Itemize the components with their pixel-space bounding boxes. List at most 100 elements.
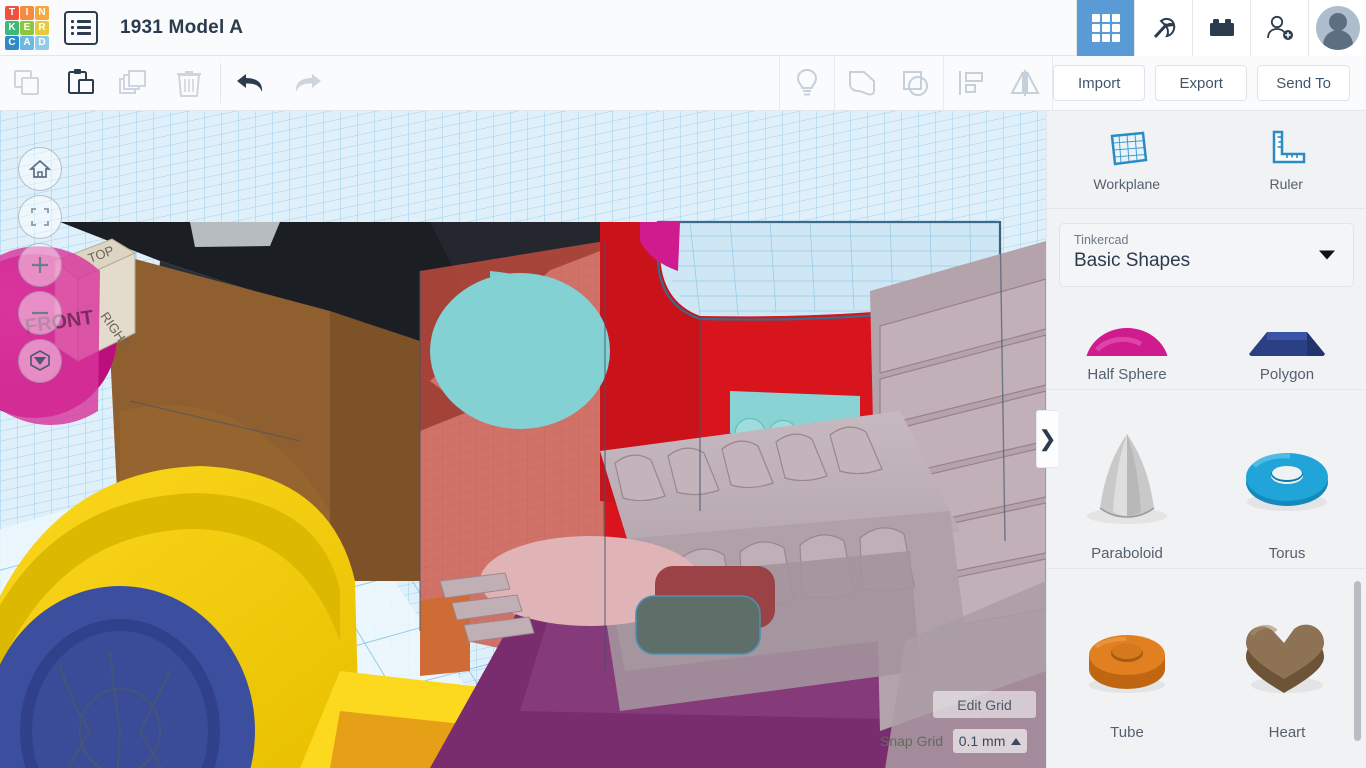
hamburger-row <box>71 26 91 29</box>
panel-tools: Workplane Ruler <box>1047 111 1366 209</box>
align-icon[interactable] <box>944 56 998 111</box>
align-glyph <box>959 71 984 95</box>
ruler-tool[interactable]: Ruler <box>1226 128 1346 192</box>
ortho-perspective-icon[interactable] <box>18 339 62 383</box>
ruler-label: Ruler <box>1269 175 1303 192</box>
edit-grid-button[interactable]: Edit Grid <box>933 691 1036 718</box>
logo-letter: A <box>20 35 34 50</box>
document-title[interactable]: 1931 Model A <box>120 17 243 39</box>
export-button[interactable]: Export <box>1155 65 1248 101</box>
tinkercad-app: T I N K E R C A D 1931 Model A Import Ex… <box>0 0 1366 768</box>
avatar[interactable] <box>1308 0 1366 56</box>
pickaxe-icon[interactable] <box>1134 0 1192 56</box>
top-bar-actions <box>1076 0 1366 56</box>
design-grid-icon[interactable] <box>1076 0 1134 56</box>
torus-glyph <box>1246 453 1328 511</box>
shapes-panel: Workplane Ruler Tinkercad Basic Shapes H… <box>1046 111 1366 768</box>
home-glyph <box>29 159 51 178</box>
torus-art <box>1232 415 1342 535</box>
logo-letter: R <box>35 20 49 35</box>
undo-glyph <box>237 74 263 92</box>
logo-letter: I <box>20 5 34 20</box>
shape-grid: Half Sphere Polygon Paraboloid Torus Tub… <box>1047 311 1366 747</box>
tinkercad-logo[interactable]: T I N K E R C A D <box>0 0 54 56</box>
fit-to-view-icon[interactable] <box>18 195 62 239</box>
trash-glyph <box>177 71 201 97</box>
workplane-tool[interactable]: Workplane <box>1067 128 1187 192</box>
logo-letter: E <box>20 20 34 35</box>
workplane-label: Workplane <box>1093 175 1161 192</box>
grid-glyph <box>1091 13 1120 42</box>
shape-label: Half Sphere <box>1087 366 1167 383</box>
import-button[interactable]: Import <box>1053 65 1146 101</box>
add-person-icon[interactable] <box>1250 0 1308 56</box>
tube-glyph <box>1089 635 1165 693</box>
snap-grid-value: 0.1 mm <box>958 733 1006 749</box>
hamburger-row <box>71 20 91 23</box>
group-icon[interactable] <box>835 56 889 111</box>
shape-item-tube[interactable]: Tube <box>1047 569 1207 747</box>
undo-icon[interactable] <box>225 56 279 111</box>
shape-item-torus[interactable]: Torus <box>1207 390 1366 568</box>
paraboloid-art <box>1072 415 1182 535</box>
hamburger-list-icon[interactable] <box>64 10 98 45</box>
add-person-glyph <box>1266 15 1293 40</box>
paste-icon[interactable] <box>54 56 108 111</box>
copy-glyph <box>14 70 39 95</box>
chevron-up-icon <box>1011 737 1022 745</box>
lightbulb-icon[interactable] <box>780 56 834 111</box>
duplicate-icon[interactable] <box>108 56 162 111</box>
library-owner: Tinkercad <box>1074 233 1129 247</box>
home-view-icon[interactable] <box>18 147 62 191</box>
shape-item-heart[interactable]: Heart <box>1207 569 1366 747</box>
ungroup-glyph <box>903 71 929 96</box>
shape-label: Torus <box>1268 545 1306 562</box>
shape-item-polygon[interactable]: Polygon <box>1207 311 1366 389</box>
plus-glyph <box>32 257 48 273</box>
shape-item-half-sphere[interactable]: Half Sphere <box>1047 311 1207 389</box>
paste-glyph <box>68 69 94 94</box>
send-to-button[interactable]: Send To <box>1257 65 1350 101</box>
3d-viewport[interactable]: TOP RIGHT FRONT <box>0 111 1046 768</box>
half-sphere-art <box>1079 328 1175 356</box>
shape-list[interactable]: Half Sphere Polygon Paraboloid Torus Tub… <box>1047 311 1366 768</box>
shape-label: Tube <box>1110 724 1144 741</box>
ungroup-icon[interactable] <box>889 56 943 111</box>
toolbar-divider <box>220 63 221 103</box>
fit-glyph <box>31 208 49 226</box>
file-actions: Import Export Send To <box>1053 65 1366 101</box>
view-controls <box>18 147 62 383</box>
mirror-icon[interactable] <box>998 56 1052 111</box>
collapse-panel-button[interactable]: ❯ <box>1036 410 1058 468</box>
logo-grid: T I N K E R C A D <box>5 5 49 50</box>
brick-glyph <box>1209 18 1234 36</box>
zoom-out-icon[interactable] <box>18 291 62 335</box>
workplane-icon <box>1110 131 1148 165</box>
lego-brick-icon[interactable] <box>1192 0 1250 56</box>
heart-art <box>1232 594 1342 714</box>
snap-grid-dropdown[interactable]: 0.1 mm <box>953 729 1028 753</box>
hamburger-row <box>71 32 91 35</box>
logo-letter: D <box>35 35 49 50</box>
redo-icon[interactable] <box>279 56 333 111</box>
delete-icon[interactable] <box>162 56 216 111</box>
snap-grid-label: Snap Grid <box>880 733 944 749</box>
panel-scrollbar-thumb[interactable] <box>1354 581 1361 741</box>
logo-letter: T <box>5 5 19 20</box>
duplicate-glyph <box>119 70 146 94</box>
pickaxe-glyph <box>1153 17 1175 38</box>
copy-icon[interactable] <box>0 56 54 111</box>
group-glyph <box>849 71 876 96</box>
shape-item-paraboloid[interactable]: Paraboloid <box>1047 390 1207 568</box>
logo-letter: N <box>35 5 49 20</box>
zoom-in-icon[interactable] <box>18 243 62 287</box>
edit-toolbar: Import Export Send To <box>0 55 1366 111</box>
shape-label: Paraboloid <box>1091 545 1163 562</box>
heart-glyph <box>1246 624 1324 693</box>
logo-letter: K <box>5 20 19 35</box>
shape-library-dropdown[interactable]: Tinkercad Basic Shapes <box>1059 223 1354 287</box>
top-bar: T I N K E R C A D 1931 Model A <box>0 0 1366 56</box>
logo-letter: C <box>5 35 19 50</box>
history-tools <box>225 56 333 111</box>
chevron-down-icon <box>1319 250 1335 260</box>
